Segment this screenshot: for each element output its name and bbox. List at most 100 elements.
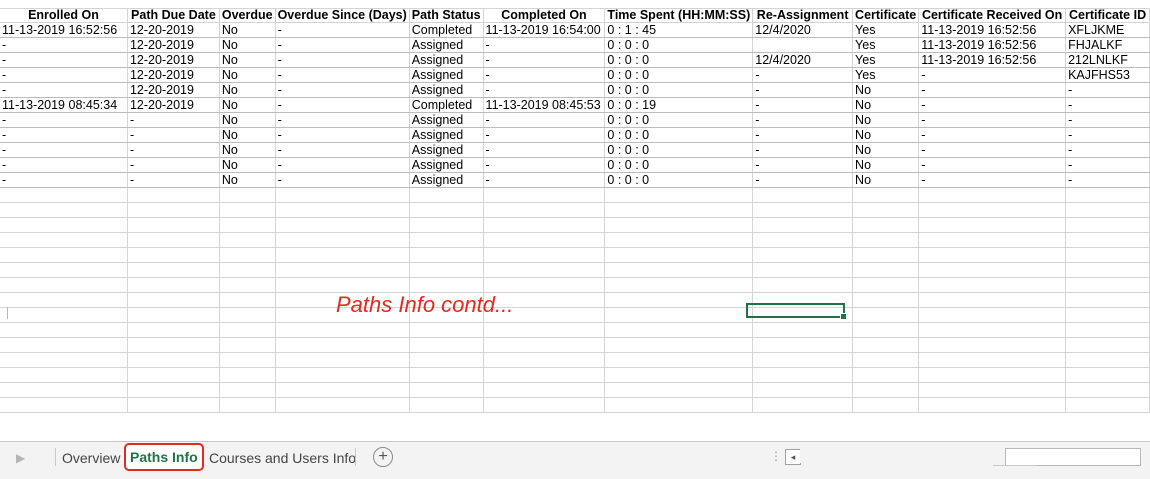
empty-cell[interactable] <box>219 322 276 338</box>
table-cell[interactable]: 12/4/2020 <box>752 52 854 68</box>
empty-cell[interactable] <box>1065 382 1150 398</box>
empty-cell[interactable] <box>1065 277 1150 293</box>
empty-cell[interactable] <box>0 352 128 368</box>
empty-cell[interactable] <box>852 187 920 203</box>
table-cell[interactable]: - <box>275 127 410 143</box>
table-cell[interactable]: - <box>0 37 128 53</box>
empty-cell[interactable] <box>604 217 754 233</box>
empty-cell[interactable] <box>852 202 920 218</box>
table-cell[interactable]: - <box>918 172 1067 188</box>
empty-cell[interactable] <box>604 277 754 293</box>
empty-cell[interactable] <box>219 232 276 248</box>
empty-cell[interactable] <box>127 352 220 368</box>
table-cell[interactable]: 12-20-2019 <box>127 22 220 38</box>
empty-cell[interactable] <box>852 307 920 323</box>
empty-cell[interactable] <box>752 367 854 383</box>
empty-cell[interactable] <box>752 382 854 398</box>
empty-cell[interactable] <box>275 382 410 398</box>
table-cell[interactable]: - <box>752 97 854 113</box>
table-cell[interactable]: 12-20-2019 <box>127 37 220 53</box>
empty-cell[interactable] <box>219 382 276 398</box>
empty-cell[interactable] <box>127 292 220 308</box>
empty-cell[interactable] <box>275 277 410 293</box>
empty-cell[interactable] <box>752 322 854 338</box>
table-cell[interactable]: - <box>275 157 410 173</box>
empty-cell[interactable] <box>127 187 220 203</box>
table-cell[interactable]: - <box>275 97 410 113</box>
table-cell[interactable]: - <box>1065 127 1150 143</box>
empty-cell[interactable] <box>1065 232 1150 248</box>
empty-cell[interactable] <box>852 397 920 413</box>
empty-cell[interactable] <box>0 217 128 233</box>
empty-cell[interactable] <box>918 262 1067 278</box>
empty-cell[interactable] <box>275 352 410 368</box>
empty-cell[interactable] <box>409 367 484 383</box>
table-cell[interactable]: Assigned <box>409 112 484 128</box>
empty-cell[interactable] <box>604 382 754 398</box>
table-cell[interactable]: - <box>0 112 128 128</box>
table-cell[interactable]: Completed <box>409 97 484 113</box>
empty-cell[interactable] <box>918 232 1067 248</box>
empty-cell[interactable] <box>275 367 410 383</box>
empty-cell[interactable] <box>852 262 920 278</box>
table-cell[interactable]: No <box>219 37 276 53</box>
empty-cell[interactable] <box>483 337 606 353</box>
empty-cell[interactable] <box>918 397 1067 413</box>
empty-cell[interactable] <box>483 232 606 248</box>
empty-cell[interactable] <box>918 352 1067 368</box>
empty-cell[interactable] <box>127 202 220 218</box>
table-cell[interactable]: - <box>127 157 220 173</box>
table-cell[interactable]: 12-20-2019 <box>127 82 220 98</box>
empty-cell[interactable] <box>1065 397 1150 413</box>
empty-cell[interactable] <box>0 397 128 413</box>
empty-cell[interactable] <box>0 337 128 353</box>
empty-cell[interactable] <box>219 247 276 263</box>
empty-cell[interactable] <box>604 352 754 368</box>
empty-cell[interactable] <box>752 232 854 248</box>
empty-cell[interactable] <box>275 232 410 248</box>
column-header[interactable]: Certificate ID <box>1065 8 1150 23</box>
table-cell[interactable]: 0 : 1 : 45 <box>604 22 754 38</box>
empty-cell[interactable] <box>918 187 1067 203</box>
empty-cell[interactable] <box>409 397 484 413</box>
table-cell[interactable]: - <box>0 157 128 173</box>
table-cell[interactable]: - <box>0 52 128 68</box>
table-cell[interactable]: Assigned <box>409 37 484 53</box>
empty-cell[interactable] <box>1065 202 1150 218</box>
column-header[interactable]: Completed On <box>483 8 606 23</box>
table-cell[interactable]: Yes <box>852 22 920 38</box>
table-cell[interactable]: - <box>483 112 606 128</box>
empty-cell[interactable] <box>127 307 220 323</box>
table-cell[interactable]: - <box>483 67 606 83</box>
empty-cell[interactable] <box>409 187 484 203</box>
empty-cell[interactable] <box>483 382 606 398</box>
table-cell[interactable]: - <box>0 127 128 143</box>
empty-cell[interactable] <box>127 232 220 248</box>
table-cell[interactable]: 12-20-2019 <box>127 97 220 113</box>
column-header[interactable]: Path Status <box>409 8 484 23</box>
empty-cell[interactable] <box>918 277 1067 293</box>
table-cell[interactable]: - <box>127 127 220 143</box>
table-cell[interactable]: - <box>275 52 410 68</box>
empty-cell[interactable] <box>918 322 1067 338</box>
table-cell[interactable]: - <box>752 142 854 158</box>
table-cell[interactable]: - <box>752 172 854 188</box>
empty-cell[interactable] <box>852 337 920 353</box>
table-cell[interactable]: - <box>752 82 854 98</box>
table-cell[interactable]: - <box>918 142 1067 158</box>
empty-cell[interactable] <box>604 322 754 338</box>
table-cell[interactable]: - <box>1065 97 1150 113</box>
empty-cell[interactable] <box>604 262 754 278</box>
table-cell[interactable]: 12-20-2019 <box>127 52 220 68</box>
table-cell[interactable]: - <box>275 82 410 98</box>
table-cell[interactable]: 11-13-2019 16:54:00 <box>483 22 606 38</box>
empty-cell[interactable] <box>1065 307 1150 323</box>
empty-cell[interactable] <box>1065 217 1150 233</box>
empty-cell[interactable] <box>219 367 276 383</box>
tab-overview[interactable]: Overview <box>58 447 124 469</box>
empty-cell[interactable] <box>604 307 754 323</box>
table-cell[interactable]: - <box>752 67 854 83</box>
table-cell[interactable]: 12/4/2020 <box>752 22 854 38</box>
empty-cell[interactable] <box>1065 292 1150 308</box>
table-cell[interactable]: - <box>918 112 1067 128</box>
